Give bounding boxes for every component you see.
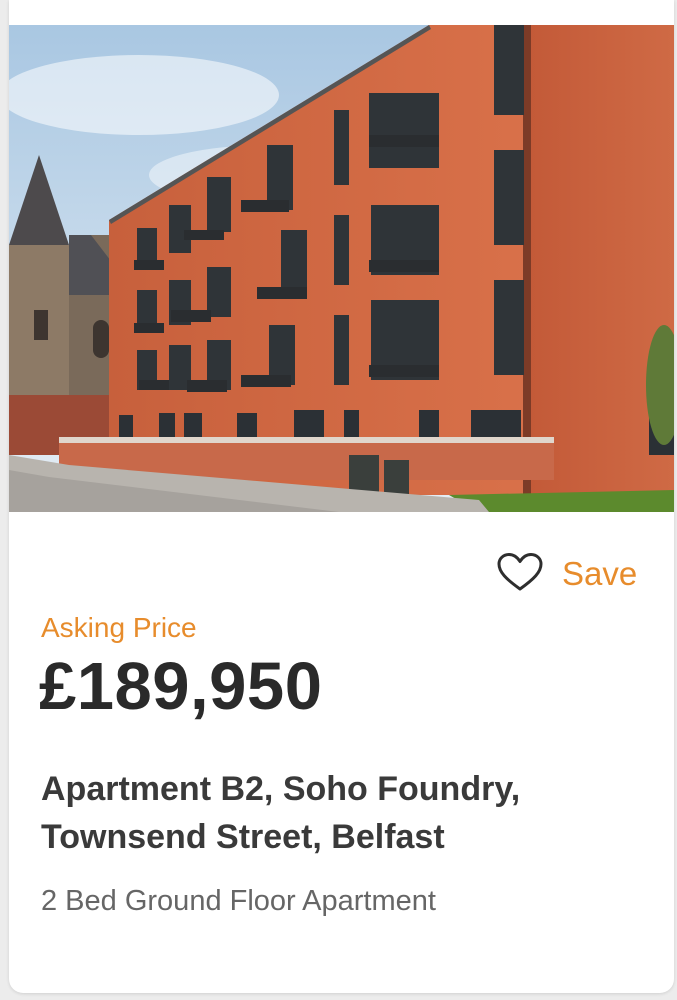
address-line-2: Townsend Street, Belfast <box>41 818 445 856</box>
address-line-1: Apartment B2, Soho Foundry, <box>41 770 521 808</box>
save-label: Save <box>562 555 638 592</box>
asking-price-label: Asking Price <box>41 612 197 643</box>
save-button[interactable]: Save <box>496 548 637 600</box>
property-card[interactable]: Save Asking Price £189,950 Apartment B2,… <box>9 0 674 993</box>
property-photo[interactable] <box>9 25 674 512</box>
heart-outline-icon <box>496 552 544 597</box>
price: £189,950 <box>39 649 323 724</box>
property-description: 2 Bed Ground Floor Apartment <box>41 885 436 917</box>
card-top-margin <box>9 0 674 25</box>
address[interactable]: Apartment B2, Soho Foundry, Townsend Str… <box>41 765 661 861</box>
property-photo-illustration <box>9 25 674 512</box>
